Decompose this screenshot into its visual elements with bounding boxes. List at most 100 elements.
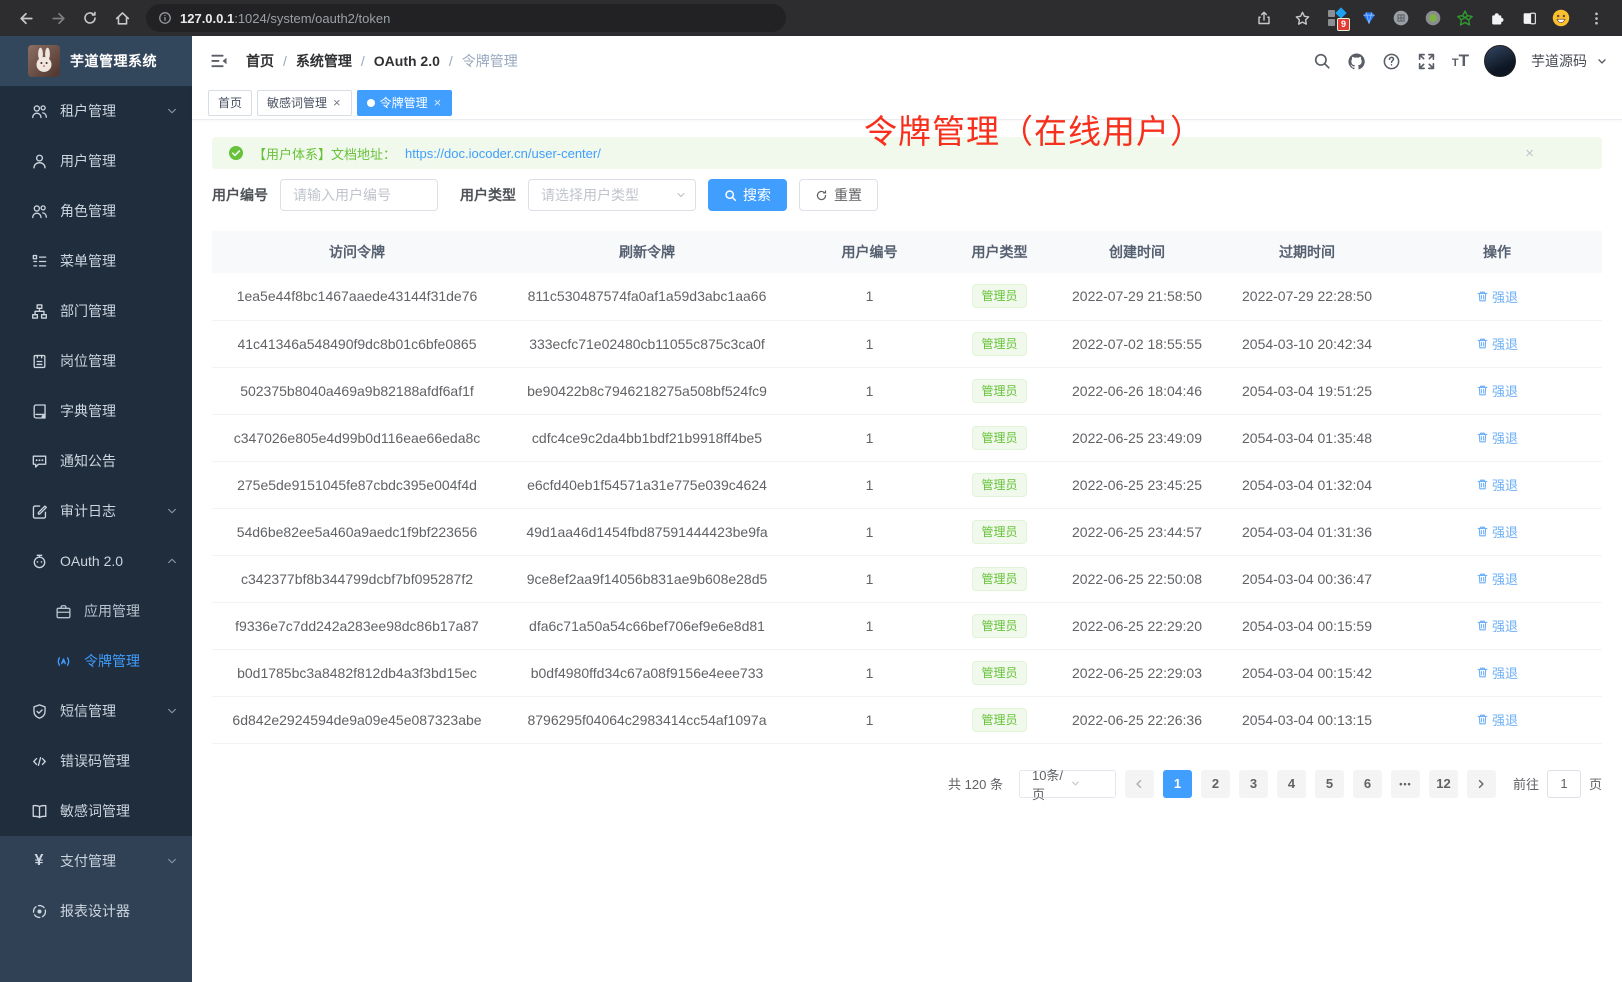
- force-logout-button[interactable]: 强退: [1476, 522, 1518, 541]
- search-button[interactable]: 搜索: [708, 179, 787, 211]
- sidebar-collapse-icon[interactable]: [208, 50, 230, 72]
- tab-1[interactable]: 敏感词管理 ×: [257, 90, 352, 116]
- table-row-7: f9336e7c7dd242a283ee98dc86b17a87dfa6c71a…: [212, 602, 1602, 649]
- breadcrumb-item-0[interactable]: 首页: [246, 51, 274, 71]
- sidebar-item-14[interactable]: 敏感词管理: [0, 786, 192, 836]
- sidebar-item-label: 令牌管理: [84, 651, 178, 671]
- extension-record-icon[interactable]: [1422, 7, 1444, 29]
- fullscreen-icon[interactable]: [1417, 51, 1437, 71]
- sidebar-item-2[interactable]: 角色管理: [0, 186, 192, 236]
- sidebar-item-15[interactable]: ¥支付管理: [0, 836, 192, 886]
- sidebar-item-8[interactable]: 审计日志: [0, 486, 192, 536]
- site-info-icon[interactable]: [158, 11, 172, 25]
- refresh-token-cell: dfa6c71a50a54c66bef706ef9e6e8d81: [502, 602, 792, 649]
- page-button-6[interactable]: 6: [1353, 770, 1382, 798]
- sidebar-item-label: 审计日志: [60, 501, 154, 521]
- page-button-5[interactable]: 5: [1315, 770, 1344, 798]
- extension-circle-icon[interactable]: [1390, 7, 1412, 29]
- pagination: 共 120 条 10条/页 123456•••12 前往 页: [212, 770, 1602, 828]
- bookmark-star-icon[interactable]: [1288, 4, 1316, 32]
- sidebar-item-9[interactable]: OAuth 2.0: [0, 536, 192, 586]
- user-type-cell: 管理员: [947, 461, 1052, 508]
- breadcrumb-item-1[interactable]: 系统管理: [296, 51, 352, 71]
- home-icon[interactable]: [108, 4, 136, 32]
- search-icon[interactable]: [1312, 51, 1332, 71]
- more-pages-button[interactable]: •••: [1391, 770, 1420, 798]
- created-time-cell: 2022-06-25 22:26:36: [1052, 696, 1222, 743]
- extension-star-icon[interactable]: [1454, 7, 1476, 29]
- sidebar-item-11[interactable]: 令牌管理: [0, 636, 192, 686]
- tab-2[interactable]: 令牌管理×: [357, 90, 453, 116]
- sidebar: 芋道管理系统 租户管理用户管理角色管理菜单管理部门管理岗位管理字典管理通知公告审…: [0, 36, 192, 982]
- reload-icon[interactable]: [76, 4, 104, 32]
- page-button-1[interactable]: 1: [1163, 770, 1192, 798]
- sidebar-item-4[interactable]: 部门管理: [0, 286, 192, 336]
- user-id-input[interactable]: [280, 179, 438, 211]
- force-logout-button[interactable]: 强退: [1476, 663, 1518, 682]
- page-size-select[interactable]: 10条/页: [1019, 770, 1116, 798]
- sidebar-item-label: 岗位管理: [60, 351, 178, 371]
- created-time-cell: 2022-06-26 18:04:46: [1052, 367, 1222, 414]
- sidebar-item-13[interactable]: 错误码管理: [0, 736, 192, 786]
- address-bar[interactable]: 127.0.0.1:1024/system/oauth2/token: [146, 4, 786, 32]
- app-logo-bar[interactable]: 芋道管理系统: [0, 36, 192, 86]
- force-logout-button[interactable]: 强退: [1476, 569, 1518, 588]
- user-avatar[interactable]: [1484, 45, 1516, 77]
- back-icon[interactable]: [12, 4, 40, 32]
- force-logout-button[interactable]: 强退: [1476, 381, 1518, 400]
- sidebar-item-10[interactable]: 应用管理: [0, 586, 192, 636]
- sidebar-item-3[interactable]: 菜单管理: [0, 236, 192, 286]
- next-page-button[interactable]: [1467, 770, 1496, 798]
- force-logout-button[interactable]: 强退: [1476, 710, 1518, 729]
- user-menu-caret-icon[interactable]: [1596, 55, 1608, 67]
- extensions-puzzle-icon[interactable]: [1486, 7, 1508, 29]
- force-logout-button[interactable]: 强退: [1476, 616, 1518, 635]
- github-icon[interactable]: [1347, 51, 1367, 71]
- prev-page-button[interactable]: [1125, 770, 1154, 798]
- sidebar-item-6[interactable]: 字典管理: [0, 386, 192, 436]
- pagination-total: 共 120 条: [948, 774, 1003, 793]
- tab-0[interactable]: 首页: [208, 90, 252, 116]
- refresh-token-cell: 8796295f04064c2983414cc54af1097a: [502, 696, 792, 743]
- help-icon[interactable]: [1382, 51, 1402, 71]
- user-name[interactable]: 芋道源码: [1531, 51, 1587, 71]
- sidebar-item-16[interactable]: 报表设计器: [0, 886, 192, 936]
- app-title: 芋道管理系统: [70, 51, 157, 71]
- tab-close-icon[interactable]: ×: [433, 96, 443, 109]
- extension-grid-icon[interactable]: 9: [1326, 7, 1348, 29]
- user-type-badge: 管理员: [972, 473, 1026, 497]
- sidebar-item-1[interactable]: 用户管理: [0, 136, 192, 186]
- page-button-3[interactable]: 3: [1239, 770, 1268, 798]
- chevron-down-icon: [166, 705, 178, 717]
- book-open-icon: [30, 802, 48, 820]
- reset-button[interactable]: 重置: [799, 179, 878, 211]
- expire-time-cell: 2054-03-04 00:15:59: [1222, 602, 1392, 649]
- force-logout-button[interactable]: 强退: [1476, 475, 1518, 494]
- tab-close-icon[interactable]: ×: [332, 96, 342, 109]
- page-button-12[interactable]: 12: [1429, 770, 1458, 798]
- alert-doc-link[interactable]: https://doc.iocoder.cn/user-center/: [405, 146, 601, 161]
- sidebar-item-12[interactable]: 短信管理: [0, 686, 192, 736]
- token-table: 访问令牌刷新令牌用户编号用户类型创建时间过期时间操作 1ea5e44f8bc14…: [212, 231, 1602, 744]
- sidebar-item-5[interactable]: 岗位管理: [0, 336, 192, 386]
- page-button-2[interactable]: 2: [1201, 770, 1230, 798]
- page-button-4[interactable]: 4: [1277, 770, 1306, 798]
- extension-gem-icon[interactable]: [1358, 7, 1380, 29]
- tab-label: 敏感词管理: [267, 94, 327, 111]
- force-logout-button[interactable]: 强退: [1476, 287, 1518, 306]
- sidebar-item-7[interactable]: 通知公告: [0, 436, 192, 486]
- goto-page-input[interactable]: [1547, 770, 1581, 798]
- font-size-icon[interactable]: TT: [1452, 52, 1469, 70]
- sidebar-item-0[interactable]: 租户管理: [0, 86, 192, 136]
- browser-menu-icon[interactable]: [1582, 4, 1610, 32]
- breadcrumb-separator: /: [361, 53, 365, 69]
- alert-close-icon[interactable]: ×: [1525, 146, 1534, 161]
- breadcrumb-item-2[interactable]: OAuth 2.0: [374, 53, 440, 69]
- force-logout-button[interactable]: 强退: [1476, 428, 1518, 447]
- profile-emoji-icon[interactable]: [1550, 7, 1572, 29]
- force-logout-button[interactable]: 强退: [1476, 334, 1518, 353]
- forward-icon[interactable]: [44, 4, 72, 32]
- split-screen-icon[interactable]: [1518, 7, 1540, 29]
- share-icon[interactable]: [1250, 4, 1278, 32]
- user-type-select[interactable]: 请选择用户类型: [528, 179, 696, 211]
